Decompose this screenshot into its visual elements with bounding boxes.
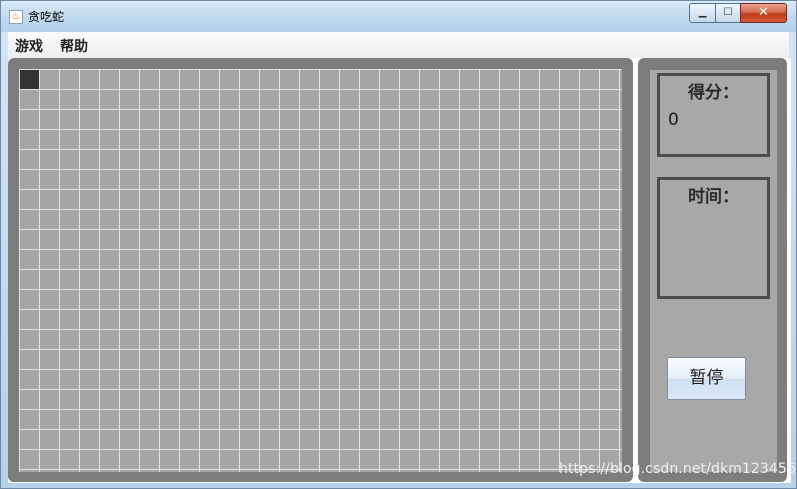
game-board[interactable] (19, 69, 622, 472)
close-button[interactable]: ✕ (740, 3, 787, 23)
title-bar[interactable]: ♨ 贪吃蛇 ▁ ☐ ✕ (1, 1, 796, 32)
java-icon: ♨ (9, 10, 23, 24)
minimize-button[interactable]: ▁ (689, 3, 716, 23)
app-window: ♨ 贪吃蛇 ▁ ☐ ✕ 游戏 帮助 得分： 0 时间： 暂停 https://b… (0, 0, 797, 489)
menu-game[interactable]: 游戏 (15, 36, 43, 56)
board-frame (8, 58, 633, 482)
snake-head (20, 70, 39, 89)
time-label: 时间： (688, 187, 739, 207)
maximize-button[interactable]: ☐ (715, 3, 741, 23)
side-panel: 得分： 0 时间： 暂停 (650, 70, 777, 472)
side-panel-frame: 得分： 0 时间： 暂停 (638, 58, 787, 482)
score-box: 得分： 0 (657, 73, 770, 157)
window-title: 贪吃蛇 (28, 10, 65, 24)
menu-bar: 游戏 帮助 (8, 32, 789, 59)
score-label: 得分： (688, 83, 739, 103)
pause-button[interactable]: 暂停 (667, 357, 746, 400)
score-value: 0 (668, 110, 679, 130)
menu-help[interactable]: 帮助 (60, 36, 88, 56)
time-box: 时间： (657, 177, 770, 299)
client-area: 得分： 0 时间： 暂停 (8, 58, 791, 483)
watermark-text: https://blog.csdn.net/dkm123456 (559, 461, 796, 477)
